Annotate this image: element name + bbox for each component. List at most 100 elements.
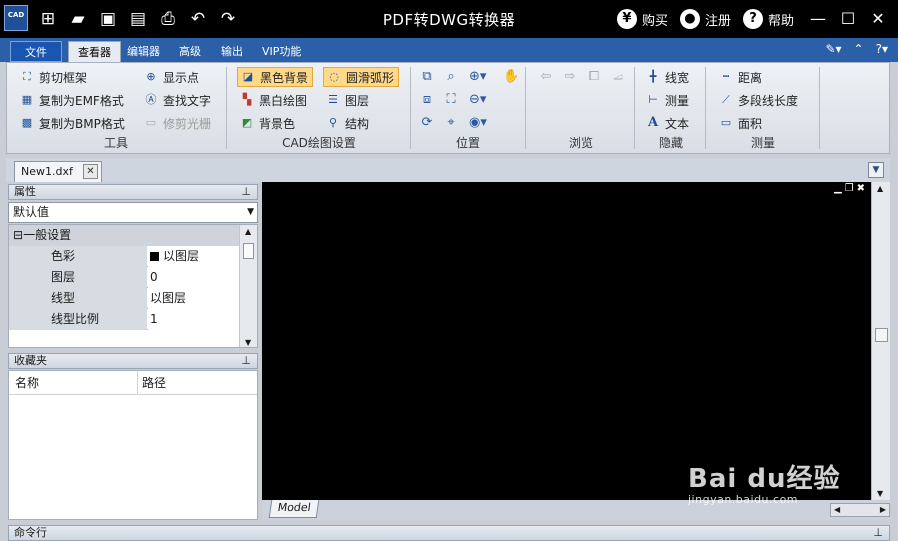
tab-file[interactable]: 文件 [10,41,62,62]
background-color-icon: ◩ [241,116,253,129]
tab-vip[interactable]: VIP功能 [253,41,310,62]
last-page-icon[interactable]: ⧡ [610,69,626,85]
polyline-length-icon: ⟋ [722,93,730,106]
back-arrow-icon[interactable]: ⇦ [538,69,554,85]
black-white-label: 黑白绘图 [259,93,308,108]
scroll-left-icon[interactable]: ◀ [834,505,840,514]
tab-editor[interactable]: 编辑器 [118,41,169,62]
zoom-out-icon[interactable]: ⊖▾ [469,92,486,108]
scrollbar-thumb[interactable] [243,243,254,259]
fit-drawing-icon[interactable]: ⧈ [419,92,435,108]
pan-hand-icon[interactable]: ✋ [503,69,519,85]
find-text-label: 查找文字 [163,93,212,108]
property-grid-scrollbar[interactable]: ▲ ▼ [239,225,257,347]
save-icon[interactable]: ▣ [98,9,118,29]
property-row[interactable]: 图层 0 [9,267,240,288]
canvas-horizontal-scrollbar[interactable]: ◀ ▶ [830,503,890,517]
property-row[interactable]: 色彩 以图层 [9,246,240,267]
canvas-restore-icon[interactable]: ❐ [845,183,854,194]
customize-icon[interactable]: ✎▾ [825,42,841,56]
register-button[interactable]: ● 注册 [679,9,731,29]
smooth-arcs-button[interactable]: ◌ 圆滑弧形 [323,67,400,87]
polyline-length-button[interactable]: ⟋ 多段线长度 [718,90,798,110]
dimensions-button[interactable]: ⊢ 测量 [645,90,689,110]
zoom-window-icon[interactable]: ⌕ [443,69,459,85]
close-icon[interactable]: ✕ [866,7,890,31]
line-width-button[interactable]: ╋ 线宽 [645,67,689,87]
layers-button[interactable]: ☰ 图层 [325,90,369,110]
line-width-icon: ╋ [649,70,657,83]
structure-button[interactable]: ⚲ 结构 [325,113,369,133]
show-points-button[interactable]: ⊕ 显示点 [143,67,199,87]
property-value[interactable]: 以图层 [148,288,240,309]
pin-icon[interactable]: ⊥ [241,354,251,368]
maximize-icon[interactable]: ☐ [836,7,860,31]
document-tab-bar: New1.dxf ✕ ▼ [6,158,890,182]
pin-icon[interactable]: ⊥ [241,185,251,199]
tab-viewer[interactable]: 查看器 [68,41,121,62]
undo-icon[interactable]: ↶ [188,9,208,29]
collapse-icon[interactable]: ⊟ [13,228,23,242]
close-tab-icon[interactable]: ✕ [83,164,98,179]
first-page-icon[interactable]: ⧠ [586,69,602,85]
tab-list-dropdown-icon[interactable]: ▼ [868,162,884,178]
background-color-button[interactable]: ◩ 背景色 [239,113,295,133]
drawing-canvas[interactable]: ▁ ❐ ✖ [262,182,871,500]
rotate-icon[interactable]: ⟳ [419,115,435,131]
zoom-in-icon[interactable]: ⊕▾ [469,69,486,85]
area-button[interactable]: ▭ 面积 [718,113,762,133]
distance-button[interactable]: ┅ 距离 [718,67,762,87]
buy-button[interactable]: ¥ 购买 [616,9,668,29]
help-dropdown-icon[interactable]: ?▾ [876,42,888,56]
trim-raster-button[interactable]: ▭ 修剪光栅 [143,113,211,133]
document-tab[interactable]: New1.dxf ✕ [14,161,102,182]
scroll-right-icon[interactable]: ▶ [880,504,886,516]
polyline-length-label: 多段线长度 [738,93,799,108]
property-value[interactable]: 0 [148,267,240,288]
canvas-close-icon[interactable]: ✖ [857,183,865,194]
zoom-extents-icon[interactable]: ⧉ [419,69,435,85]
print-icon[interactable]: ⎙ [158,9,178,29]
black-background-button[interactable]: ◪ 黑色背景 [237,67,314,87]
property-row[interactable]: 线型 以图层 [9,288,240,309]
forward-arrow-icon[interactable]: ⇨ [562,69,578,85]
property-value[interactable]: 以图层 [148,246,240,267]
property-category[interactable]: ⊟一般设置 [9,225,240,246]
canvas-vertical-scrollbar[interactable]: ▲ ▼ [871,182,890,500]
tab-advanced[interactable]: 高级 [170,41,210,62]
canvas-minimize-icon[interactable]: ▁ [834,183,842,194]
bmp-icon: ▩ [21,116,33,129]
redo-icon[interactable]: ↷ [218,9,238,29]
tab-model[interactable]: Model [268,500,320,518]
save-as-icon[interactable]: ▤ [128,9,148,29]
orbit-icon[interactable]: ◉▾ [469,115,487,131]
column-name[interactable]: 名称 [15,371,39,395]
copy-bmp-button[interactable]: ▩ 复制为BMP格式 [19,113,125,133]
open-folder-icon[interactable]: ▰ [68,9,88,29]
property-row[interactable]: 线型比例 1 [9,309,240,330]
scroll-down-icon[interactable]: ▼ [877,489,883,498]
minimize-icon[interactable]: — [806,7,830,31]
help-button[interactable]: ? 帮助 [742,9,794,29]
new-file-icon[interactable]: ⊞ [38,9,58,29]
fit-window-icon[interactable]: ⛶ [443,92,459,108]
zoom-previous-icon[interactable]: ⌖ [443,115,459,131]
scroll-up-icon[interactable]: ▲ [877,184,883,193]
scroll-down-icon[interactable]: ▼ [245,338,251,347]
pin-icon[interactable]: ⊥ [873,526,883,540]
property-value[interactable]: 1 [148,309,240,330]
scroll-up-icon[interactable]: ▲ [245,227,251,236]
find-text-button[interactable]: Ⓐ 查找文字 [143,90,212,110]
tab-output[interactable]: 输出 [212,41,252,62]
distance-label: 距离 [738,70,763,85]
column-path[interactable]: 路径 [137,371,166,395]
collapse-ribbon-icon[interactable]: ⌃ [854,42,864,56]
emf-icon: ▦ [21,93,33,106]
black-white-button[interactable]: ▚ 黑白绘图 [239,90,307,110]
copy-emf-button[interactable]: ▦ 复制为EMF格式 [19,90,124,110]
text-button[interactable]: A 文本 [645,113,689,133]
scrollbar-thumb[interactable] [875,328,888,342]
clip-frame-button[interactable]: ⛶ 剪切框架 [19,67,87,87]
find-text-icon: Ⓐ [145,93,157,106]
properties-object-select[interactable]: 默认值 ▼ [8,202,258,223]
